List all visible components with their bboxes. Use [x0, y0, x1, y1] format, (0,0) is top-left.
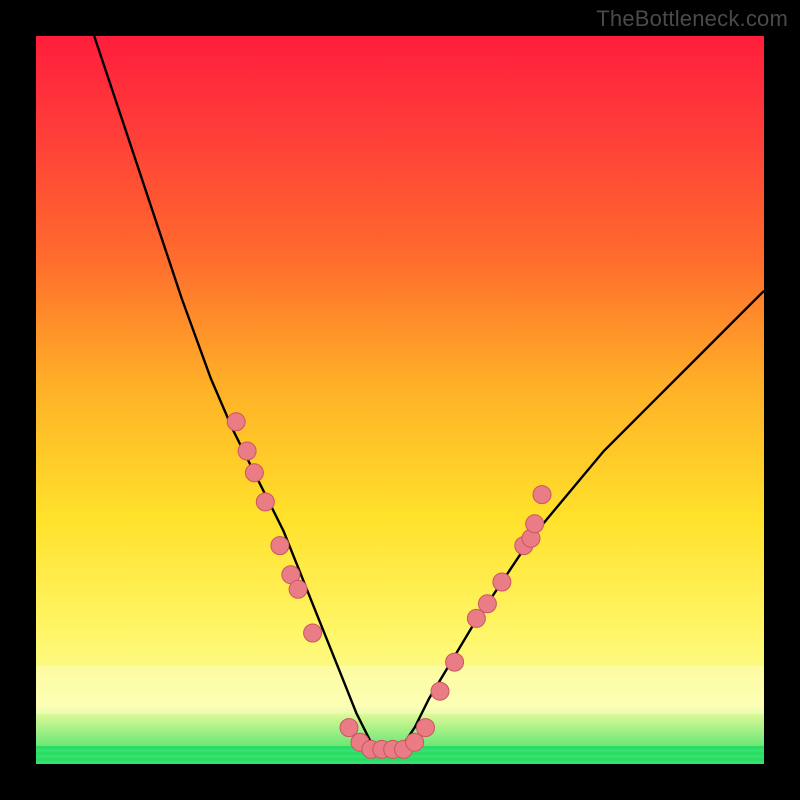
- scatter-dot: [289, 580, 307, 598]
- scatter-dot: [271, 537, 289, 555]
- scatter-dot: [227, 413, 245, 431]
- scatter-dot: [245, 464, 263, 482]
- scatter-dot: [478, 595, 496, 613]
- scatter-dot: [493, 573, 511, 591]
- scatter-dot: [256, 493, 274, 511]
- scatter-layer: [36, 36, 764, 764]
- watermark-text: TheBottleneck.com: [596, 6, 788, 32]
- scatter-dot: [238, 442, 256, 460]
- scatter-dots: [227, 413, 551, 759]
- scatter-dot: [417, 719, 435, 737]
- scatter-dot: [304, 624, 322, 642]
- scatter-dot: [526, 515, 544, 533]
- scatter-dot: [340, 719, 358, 737]
- plot-area: [36, 36, 764, 764]
- scatter-dot: [533, 486, 551, 504]
- scatter-dot: [446, 653, 464, 671]
- scatter-dot: [431, 682, 449, 700]
- chart-frame: TheBottleneck.com: [0, 0, 800, 800]
- scatter-dot: [467, 609, 485, 627]
